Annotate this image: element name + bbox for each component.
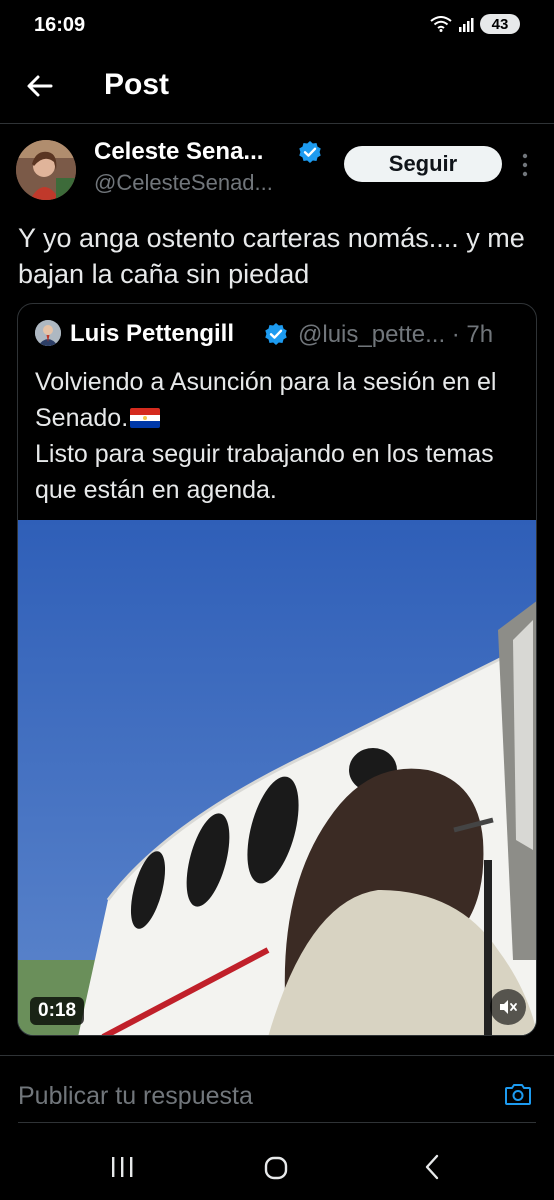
more-icon[interactable] — [520, 152, 530, 178]
quoted-text-line2: Listo para seguir trabajando en los tema… — [35, 440, 494, 504]
page-title: Post — [104, 68, 170, 101]
divider — [18, 1122, 536, 1123]
wifi-icon — [430, 16, 452, 32]
video-duration: 0:18 — [30, 997, 85, 1025]
author-avatar[interactable] — [16, 140, 76, 200]
header: Post — [0, 52, 554, 124]
quoted-author-handle[interactable]: @luis_pette... · 7h — [298, 321, 493, 349]
video-frame — [18, 520, 536, 1035]
paraguay-flag-icon — [130, 408, 161, 428]
signal-icon — [459, 18, 474, 32]
verified-badge-icon — [299, 141, 321, 163]
nav-home-icon[interactable] — [264, 1156, 288, 1180]
author-handle[interactable]: @CelesteSenad... — [94, 170, 273, 196]
back-arrow-icon[interactable] — [24, 70, 56, 102]
video-player[interactable]: 0:18 — [18, 520, 536, 1035]
tweet-text: Y yo anga ostento carteras nomás.... y m… — [18, 223, 525, 289]
system-nav-bar — [0, 1134, 554, 1200]
follow-button[interactable]: Seguir — [344, 146, 502, 182]
status-bar: 16:09 43 — [0, 0, 554, 52]
reply-input[interactable]: Publicar tu respuesta — [18, 1082, 253, 1111]
nav-recent-icon[interactable] — [110, 1156, 134, 1178]
quoted-author-avatar[interactable] — [35, 320, 61, 346]
mute-button[interactable] — [490, 989, 526, 1025]
quoted-text-line1: Volviendo a Asunción para la sesión en e… — [35, 368, 497, 432]
mute-icon — [500, 1000, 517, 1014]
quoted-author-name[interactable]: Luis Pettengill — [70, 320, 234, 348]
nav-back-icon[interactable] — [424, 1154, 440, 1180]
status-time: 16:09 — [34, 14, 86, 36]
battery-indicator: 43 — [480, 14, 520, 34]
verified-badge-icon — [265, 323, 287, 345]
author-name[interactable]: Celeste Sena... — [94, 138, 263, 166]
reply-bar: Publicar tu respuesta — [0, 1055, 554, 1125]
camera-icon[interactable] — [504, 1082, 532, 1106]
status-icons: 43 — [430, 14, 520, 34]
quoted-tweet-text: Volviendo a Asunción para la sesión en e… — [35, 364, 525, 508]
quoted-tweet-card[interactable]: Luis Pettengill @luis_pette... · 7h Volv… — [17, 303, 537, 1036]
